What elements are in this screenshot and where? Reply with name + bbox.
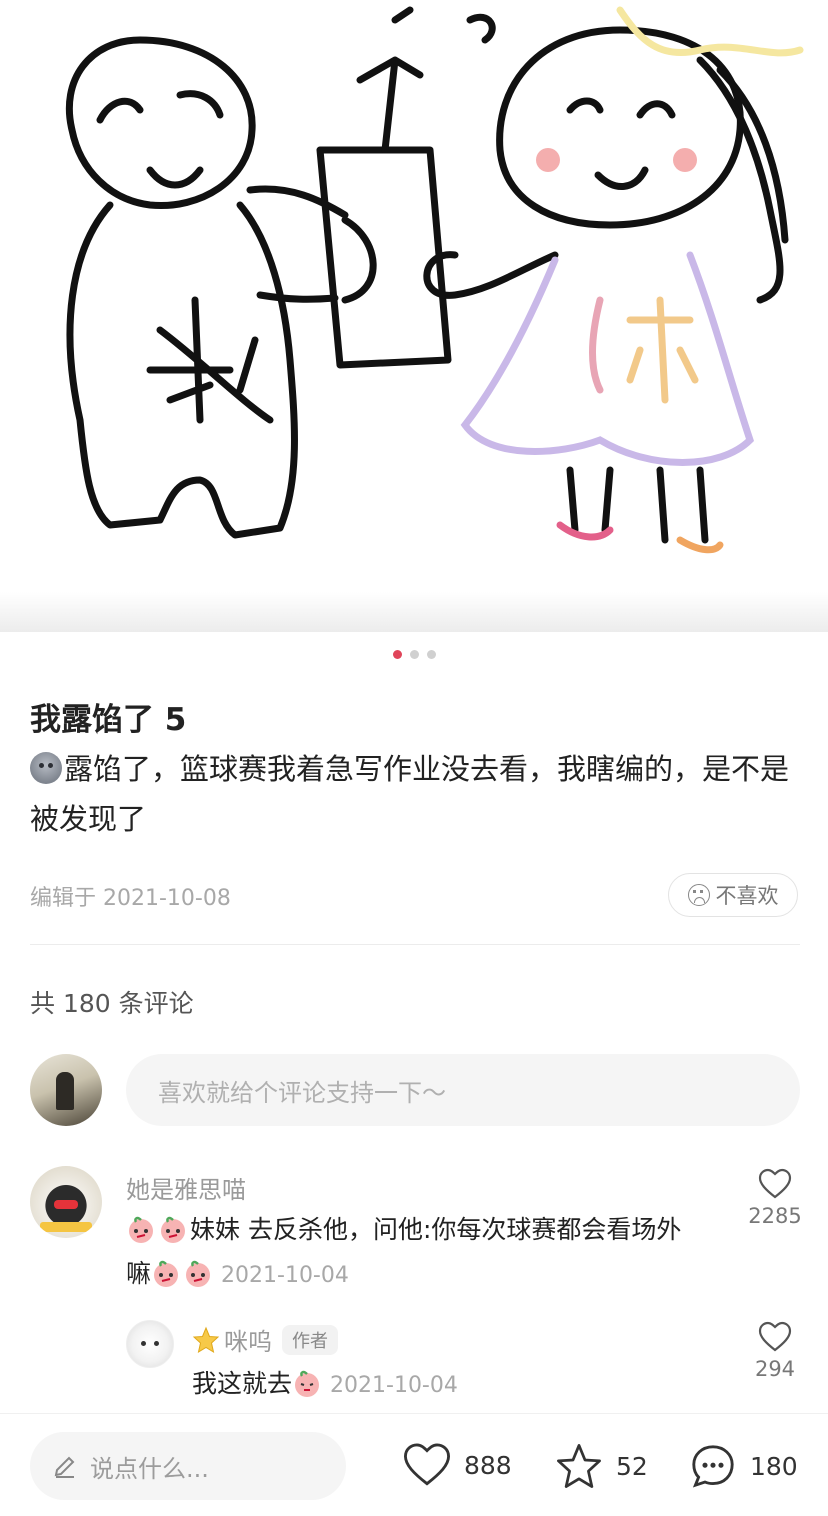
- doodle-illustration: [65, 6, 804, 554]
- bottom-action-bar: 说点什么... 888 52 180: [0, 1413, 828, 1516]
- favorite-count: 52: [616, 1451, 648, 1481]
- post-image[interactable]: [0, 0, 828, 632]
- peach-emoji-icon: [158, 1214, 188, 1244]
- commenter-name[interactable]: 她是雅思喵: [126, 1170, 246, 1205]
- reply-text: 我这就去 2021-10-04: [192, 1362, 458, 1408]
- heart-icon: [758, 1168, 792, 1199]
- replier-name[interactable]: 咪呜: [224, 1328, 272, 1356]
- reply-like-count: 294: [754, 1357, 796, 1381]
- carousel-dot-active[interactable]: [392, 650, 402, 659]
- peach-emoji-icon: [183, 1258, 213, 1288]
- star-badge-icon: [192, 1326, 220, 1354]
- frown-face-icon: [687, 884, 710, 906]
- divider: [30, 944, 800, 945]
- like-button[interactable]: 888: [402, 1442, 512, 1488]
- edited-date: 编辑于 2021-10-08: [30, 886, 231, 911]
- post-description-text: 露馅了，篮球赛我着急写作业没去看，我瞎编的，是不是被发现了: [30, 752, 790, 836]
- like-count: 888: [464, 1450, 512, 1480]
- favorite-button[interactable]: 52: [554, 1442, 648, 1490]
- pencil-icon: [54, 1456, 75, 1478]
- dislike-label: 不喜欢: [715, 884, 779, 908]
- carousel-dot[interactable]: [426, 650, 436, 659]
- comment-text: 妹妹 去反杀他，问他:你每次球赛都会看场外嘛 2021-10-04: [126, 1208, 706, 1298]
- my-avatar[interactable]: [30, 1054, 102, 1126]
- reply-header: 咪呜 作者: [192, 1322, 338, 1357]
- comment-count-bottom: 180: [750, 1451, 798, 1481]
- carousel-indicator: [0, 650, 828, 659]
- replier-avatar[interactable]: [126, 1320, 174, 1368]
- reply-body: 我这就去: [192, 1369, 293, 1398]
- author-tag: 作者: [282, 1325, 338, 1355]
- reply-like-button[interactable]: 294: [740, 1321, 810, 1381]
- image-bottom-fade: [0, 592, 828, 632]
- reply-date: 2021-10-04: [330, 1373, 458, 1398]
- star-icon: [557, 1444, 601, 1488]
- carousel-dot[interactable]: [409, 650, 419, 659]
- comment-count: 共 180 条评论: [30, 989, 194, 1018]
- heart-icon: [403, 1443, 451, 1486]
- comment-date: 2021-10-04: [221, 1263, 349, 1288]
- peach-emoji-icon: [292, 1368, 322, 1398]
- say-something-placeholder: 说点什么...: [90, 1454, 209, 1483]
- comment-like-count: 2285: [748, 1204, 802, 1228]
- gray-face-emoji-icon: [30, 752, 62, 784]
- commenter-avatar[interactable]: [30, 1166, 102, 1238]
- comment-like-button[interactable]: 2285: [740, 1168, 810, 1228]
- chat-bubble-icon: [692, 1445, 734, 1488]
- comment-button[interactable]: 180: [688, 1442, 798, 1490]
- post-description: 露馅了，篮球赛我着急写作业没去看，我瞎编的，是不是被发现了: [30, 744, 800, 844]
- comment-input[interactable]: 喜欢就给个评论支持一下～: [126, 1054, 800, 1126]
- peach-emoji-icon: [151, 1258, 181, 1288]
- say-something-input[interactable]: 说点什么...: [30, 1432, 346, 1500]
- peach-emoji-icon: [126, 1214, 156, 1244]
- dislike-button[interactable]: 不喜欢: [668, 873, 798, 917]
- post-title: 我露馅了 5: [30, 702, 187, 738]
- heart-icon: [758, 1321, 792, 1352]
